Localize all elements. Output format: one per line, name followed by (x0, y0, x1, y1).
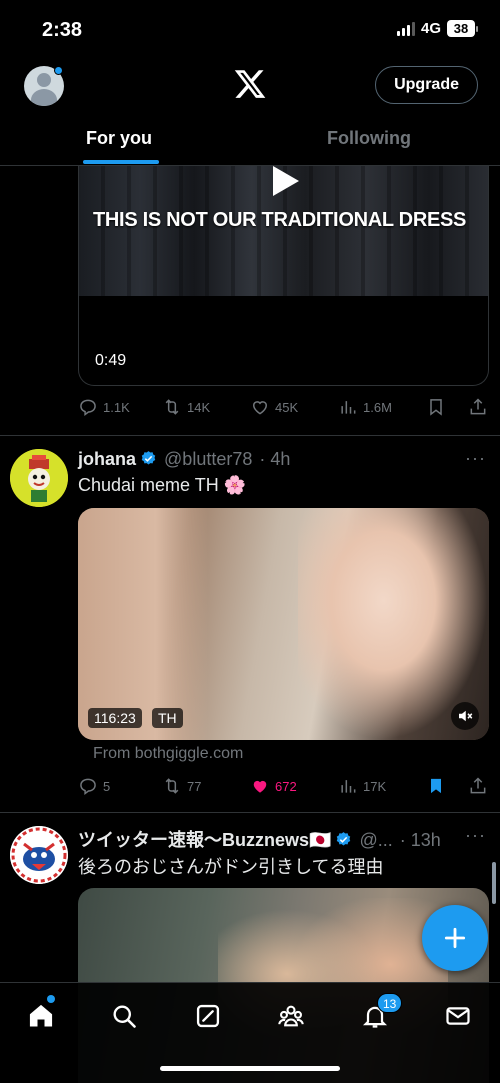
post-video[interactable]: 116:23 TH (78, 508, 489, 740)
reply-button[interactable]: 5 (78, 776, 110, 796)
share-icon (470, 777, 486, 794)
timeline-tabs: For you Following (0, 122, 500, 166)
status-time: 2:38 (42, 19, 83, 41)
tab-for-you[interactable]: For you (86, 128, 152, 149)
grok-icon (196, 1004, 220, 1028)
more-options-icon[interactable]: ··· (465, 825, 486, 846)
views-icon (341, 401, 356, 414)
like-icon (252, 401, 268, 415)
video-language-badge: TH (152, 708, 183, 728)
share-button[interactable] (468, 397, 488, 417)
like-count: 672 (275, 778, 297, 794)
nav-communities[interactable] (274, 999, 308, 1033)
post-time: · 4h (259, 449, 291, 469)
video-caption: THIS IS NOT OUR TRADITIONAL DRESS (93, 209, 467, 231)
more-options-icon[interactable]: ··· (465, 448, 486, 469)
upgrade-button[interactable]: Upgrade (375, 66, 478, 104)
post-time: · 13h (399, 830, 441, 850)
video-duration: 116:23 (88, 708, 142, 728)
verified-icon (337, 832, 351, 846)
search-icon (113, 1005, 136, 1028)
post-divider (0, 812, 500, 813)
post-author-line: ツイッター速報〜Buzznews🇯🇵 @... · 13h (78, 826, 441, 852)
home-indicator (160, 1066, 340, 1071)
post-author-line: johana @blutter78 · 4h (78, 449, 290, 470)
post-actions: 5 77 672 17K (78, 776, 490, 800)
views-icon (341, 780, 356, 793)
play-icon[interactable] (273, 166, 299, 196)
video-duration: 0:49 (95, 352, 127, 369)
top-header: Upgrade For you Following (0, 58, 500, 166)
link-source[interactable]: From bothgiggle.com (93, 745, 243, 763)
view-count: 17K (363, 778, 387, 794)
reply-button[interactable]: 1.1K (78, 397, 130, 417)
active-tab-indicator (83, 160, 159, 164)
views-button[interactable]: 17K (338, 776, 386, 796)
battery-level: 38 (447, 20, 475, 37)
post-video[interactable]: THIS IS NOT OUR TRADITIONAL DRESS 0:49 (78, 166, 489, 386)
status-right: 4G 38 (396, 20, 478, 37)
view-count: 1.6M (363, 399, 392, 415)
compose-button[interactable] (422, 905, 488, 971)
mute-icon[interactable] (451, 702, 479, 730)
bookmark-button[interactable] (426, 776, 446, 796)
x-logo-icon (234, 70, 266, 98)
like-count: 45K (275, 399, 299, 415)
home-notification-dot (47, 995, 55, 1003)
repost-icon (165, 778, 179, 794)
scrollbar[interactable] (492, 862, 496, 904)
author-name[interactable]: ツイッター速報〜Buzznews🇯🇵 (78, 830, 331, 850)
signal-icon (396, 21, 415, 36)
nav-search[interactable] (107, 999, 141, 1033)
like-icon (253, 780, 267, 793)
author-avatar[interactable] (10, 449, 68, 507)
like-button[interactable]: 672 (250, 776, 297, 796)
notifications-badge: 13 (377, 993, 403, 1013)
status-bar: 2:38 4G 38 (0, 0, 500, 58)
avatar-illustration (10, 826, 68, 884)
post-actions: 1.1K 14K 45K 1.6M (78, 397, 490, 421)
verified-icon (141, 451, 156, 465)
nav-grok[interactable] (191, 999, 225, 1033)
repost-button[interactable]: 14K (162, 397, 210, 417)
author-handle[interactable]: @... (359, 830, 392, 850)
communities-icon (278, 1005, 304, 1027)
mail-icon (446, 1007, 470, 1025)
nav-home[interactable] (24, 999, 58, 1033)
reply-count: 1.1K (103, 399, 130, 415)
reply-icon (80, 778, 96, 795)
like-button[interactable]: 45K (250, 397, 298, 417)
share-button[interactable] (468, 776, 488, 796)
repost-icon (165, 399, 179, 415)
share-icon (470, 398, 486, 415)
bookmark-icon (431, 778, 441, 794)
post-divider (0, 435, 500, 436)
tab-following[interactable]: Following (327, 128, 411, 149)
author-avatar[interactable] (10, 826, 68, 884)
views-button[interactable]: 1.6M (338, 397, 392, 417)
repost-count: 77 (187, 778, 202, 794)
repost-count: 14K (187, 399, 211, 415)
battery-icon: 38 (447, 20, 478, 37)
bookmark-icon (430, 399, 442, 416)
reply-icon (80, 399, 96, 416)
bookmark-button[interactable] (426, 397, 446, 417)
repost-button[interactable]: 77 (162, 776, 201, 796)
network-type: 4G (420, 20, 441, 37)
author-handle[interactable]: @blutter78 (164, 449, 252, 469)
avatar-illustration (10, 449, 68, 507)
author-name[interactable]: johana (78, 449, 136, 469)
home-icon (29, 1004, 53, 1027)
reply-count: 5 (103, 778, 111, 794)
compose-plus-icon (444, 927, 466, 949)
profile-notification-dot (54, 66, 63, 75)
post-text: Chudai meme TH 🌸 (78, 475, 247, 495)
post-text: 後ろのおじさんがドン引きしてる理由 (78, 857, 384, 877)
nav-messages[interactable] (441, 999, 475, 1033)
